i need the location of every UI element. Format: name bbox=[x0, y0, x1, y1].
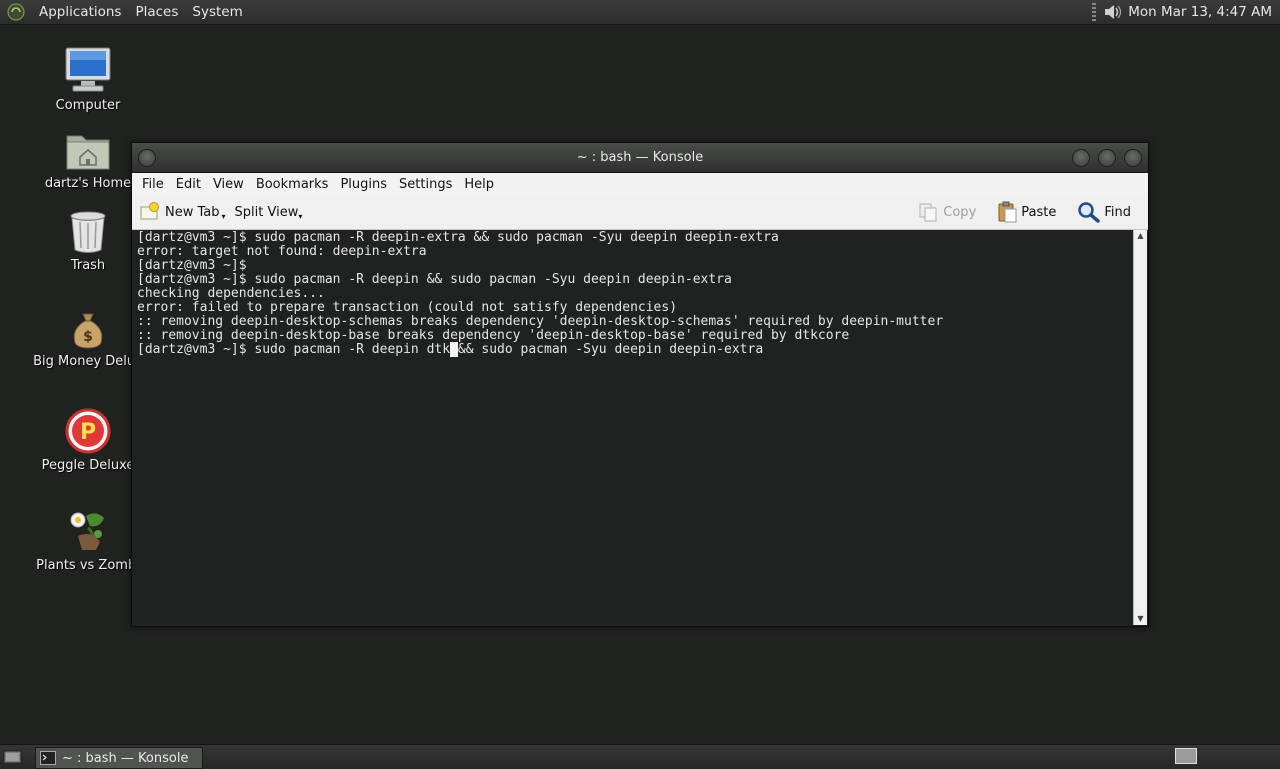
applications-menu[interactable]: Applications bbox=[32, 4, 128, 20]
window-title: ~ : bash — Konsole bbox=[576, 150, 704, 165]
menu-help[interactable]: Help bbox=[458, 177, 500, 192]
desktop-icon-home[interactable]: dartz's Home bbox=[33, 130, 143, 191]
volume-icon[interactable] bbox=[1102, 2, 1122, 22]
dropdown-arrow-icon: ▾ bbox=[298, 211, 303, 221]
workspace-switcher-icon[interactable] bbox=[1175, 748, 1197, 764]
text-cursor bbox=[450, 342, 458, 357]
bottom-panel: ~ : bash — Konsole bbox=[0, 744, 1280, 769]
command-text-after-cursor: && sudo pacman -Syu deepin deepin-extra bbox=[457, 342, 764, 357]
scroll-up-arrow-icon[interactable]: ▲ bbox=[1134, 230, 1147, 242]
copy-button[interactable]: Copy bbox=[918, 202, 976, 222]
paste-button[interactable]: Paste bbox=[996, 201, 1056, 223]
desktop-icon-peggle[interactable]: P Peggle Deluxe bbox=[33, 408, 143, 473]
konsole-window[interactable]: ~ : bash — Konsole File Edit View Bookma… bbox=[131, 142, 1149, 627]
desktop-icon-trash[interactable]: Trash bbox=[33, 210, 143, 273]
menu-view[interactable]: View bbox=[207, 177, 250, 192]
paste-label: Paste bbox=[1021, 204, 1057, 220]
toolbar: New Tab ▾ Split View ▾ Copy Paste Find bbox=[132, 195, 1148, 230]
desktop-icon-plants-vs-zombies[interactable]: Plants vs Zombi bbox=[33, 506, 143, 573]
menu-bar: File Edit View Bookmarks Plugins Setting… bbox=[132, 173, 1148, 195]
terminal-icon bbox=[40, 751, 56, 765]
new-tab-icon bbox=[140, 202, 159, 220]
desktop-icon-label: Big Money Delux bbox=[33, 354, 143, 369]
terminal-line: :: removing deepin-desktop-base breaks d… bbox=[137, 328, 850, 343]
find-label: Find bbox=[1104, 204, 1131, 220]
top-panel-tray: Mon Mar 13, 4:47 AM bbox=[1092, 0, 1280, 24]
computer-icon bbox=[65, 47, 111, 92]
svg-text:$: $ bbox=[83, 329, 93, 345]
terminal-line: error: target not found: deepin-extra bbox=[137, 244, 427, 259]
svg-text:P: P bbox=[80, 420, 96, 445]
split-view-button[interactable]: Split View ▾ bbox=[235, 204, 303, 221]
menu-edit[interactable]: Edit bbox=[170, 177, 207, 192]
maximize-button[interactable] bbox=[1098, 149, 1116, 167]
terminal-area[interactable]: [dartz@vm3 ~]$ sudo pacman -R deepin-ext… bbox=[133, 230, 1133, 625]
gnome-foot-icon[interactable] bbox=[7, 3, 25, 21]
terminal-output: [dartz@vm3 ~]$ sudo pacman -R deepin-ext… bbox=[133, 230, 1133, 357]
find-button[interactable]: Find bbox=[1077, 201, 1131, 223]
menu-bookmarks[interactable]: Bookmarks bbox=[250, 177, 335, 192]
terminal-line: error: failed to prepare transaction (co… bbox=[137, 300, 678, 315]
clock[interactable]: Mon Mar 13, 4:47 AM bbox=[1122, 4, 1280, 20]
plants-vs-zombies-icon bbox=[70, 512, 104, 550]
copy-label: Copy bbox=[943, 204, 977, 220]
panel-separator bbox=[1092, 3, 1097, 21]
window-titlebar[interactable]: ~ : bash — Konsole bbox=[132, 143, 1148, 173]
desktop-icon-computer[interactable]: Computer bbox=[33, 46, 143, 113]
desktop-icon-label: dartz's Home bbox=[44, 176, 132, 191]
taskbar-item-konsole[interactable]: ~ : bash — Konsole bbox=[35, 747, 203, 769]
trash-icon bbox=[70, 211, 106, 253]
show-desktop-icon[interactable] bbox=[3, 748, 23, 766]
home-folder-icon bbox=[66, 135, 110, 170]
new-tab-label: New Tab bbox=[165, 204, 220, 220]
desktop-icon-label: Peggle Deluxe bbox=[41, 458, 135, 473]
top-panel: Applications Places System Mon Mar 13, 4… bbox=[0, 0, 1280, 25]
terminal-line: :: removing deepin-desktop-schemas break… bbox=[137, 314, 944, 329]
terminal-line: [dartz@vm3 ~]$ bbox=[137, 258, 247, 273]
split-view-label: Split View bbox=[234, 204, 299, 220]
desktop-icon-label: Plants vs Zombi bbox=[36, 558, 140, 573]
new-tab-button[interactable]: New Tab ▾ bbox=[140, 202, 226, 222]
copy-icon bbox=[919, 203, 937, 222]
menu-file[interactable]: File bbox=[132, 177, 170, 192]
close-button[interactable] bbox=[1124, 149, 1142, 167]
terminal-line: [dartz@vm3 ~]$ sudo pacman -R deepin-ext… bbox=[137, 230, 779, 245]
paste-icon bbox=[998, 201, 1017, 223]
terminal-line: [dartz@vm3 ~]$ sudo pacman -R deepin && … bbox=[137, 272, 732, 287]
menu-settings[interactable]: Settings bbox=[393, 177, 458, 192]
taskbar-item-label: ~ : bash — Konsole bbox=[62, 750, 189, 766]
peggle-icon: P bbox=[65, 408, 111, 454]
terminal-line: checking dependencies... bbox=[137, 286, 325, 301]
system-menu[interactable]: System bbox=[185, 4, 249, 20]
menu-plugins[interactable]: Plugins bbox=[334, 177, 393, 192]
places-menu[interactable]: Places bbox=[128, 4, 185, 20]
terminal-scrollbar[interactable]: ▲ ▼ bbox=[1133, 230, 1147, 625]
money-bag-icon: $ bbox=[73, 313, 103, 349]
scroll-down-arrow-icon[interactable]: ▼ bbox=[1134, 613, 1147, 625]
dropdown-arrow-icon: ▾ bbox=[221, 211, 226, 221]
magnifier-icon bbox=[1078, 202, 1101, 223]
command-text-before-cursor: [dartz@vm3 ~]$ sudo pacman -R deepin dtk bbox=[137, 342, 451, 357]
desktop-icon-label: Computer bbox=[55, 98, 121, 113]
terminal-prompt-line: [dartz@vm3 ~]$ sudo pacman -R deepin dtk… bbox=[137, 342, 763, 357]
desktop-icon-label: Trash bbox=[70, 258, 106, 273]
minimize-button[interactable] bbox=[1072, 149, 1090, 167]
desktop-icon-big-money[interactable]: $ Big Money Delux bbox=[33, 310, 143, 369]
